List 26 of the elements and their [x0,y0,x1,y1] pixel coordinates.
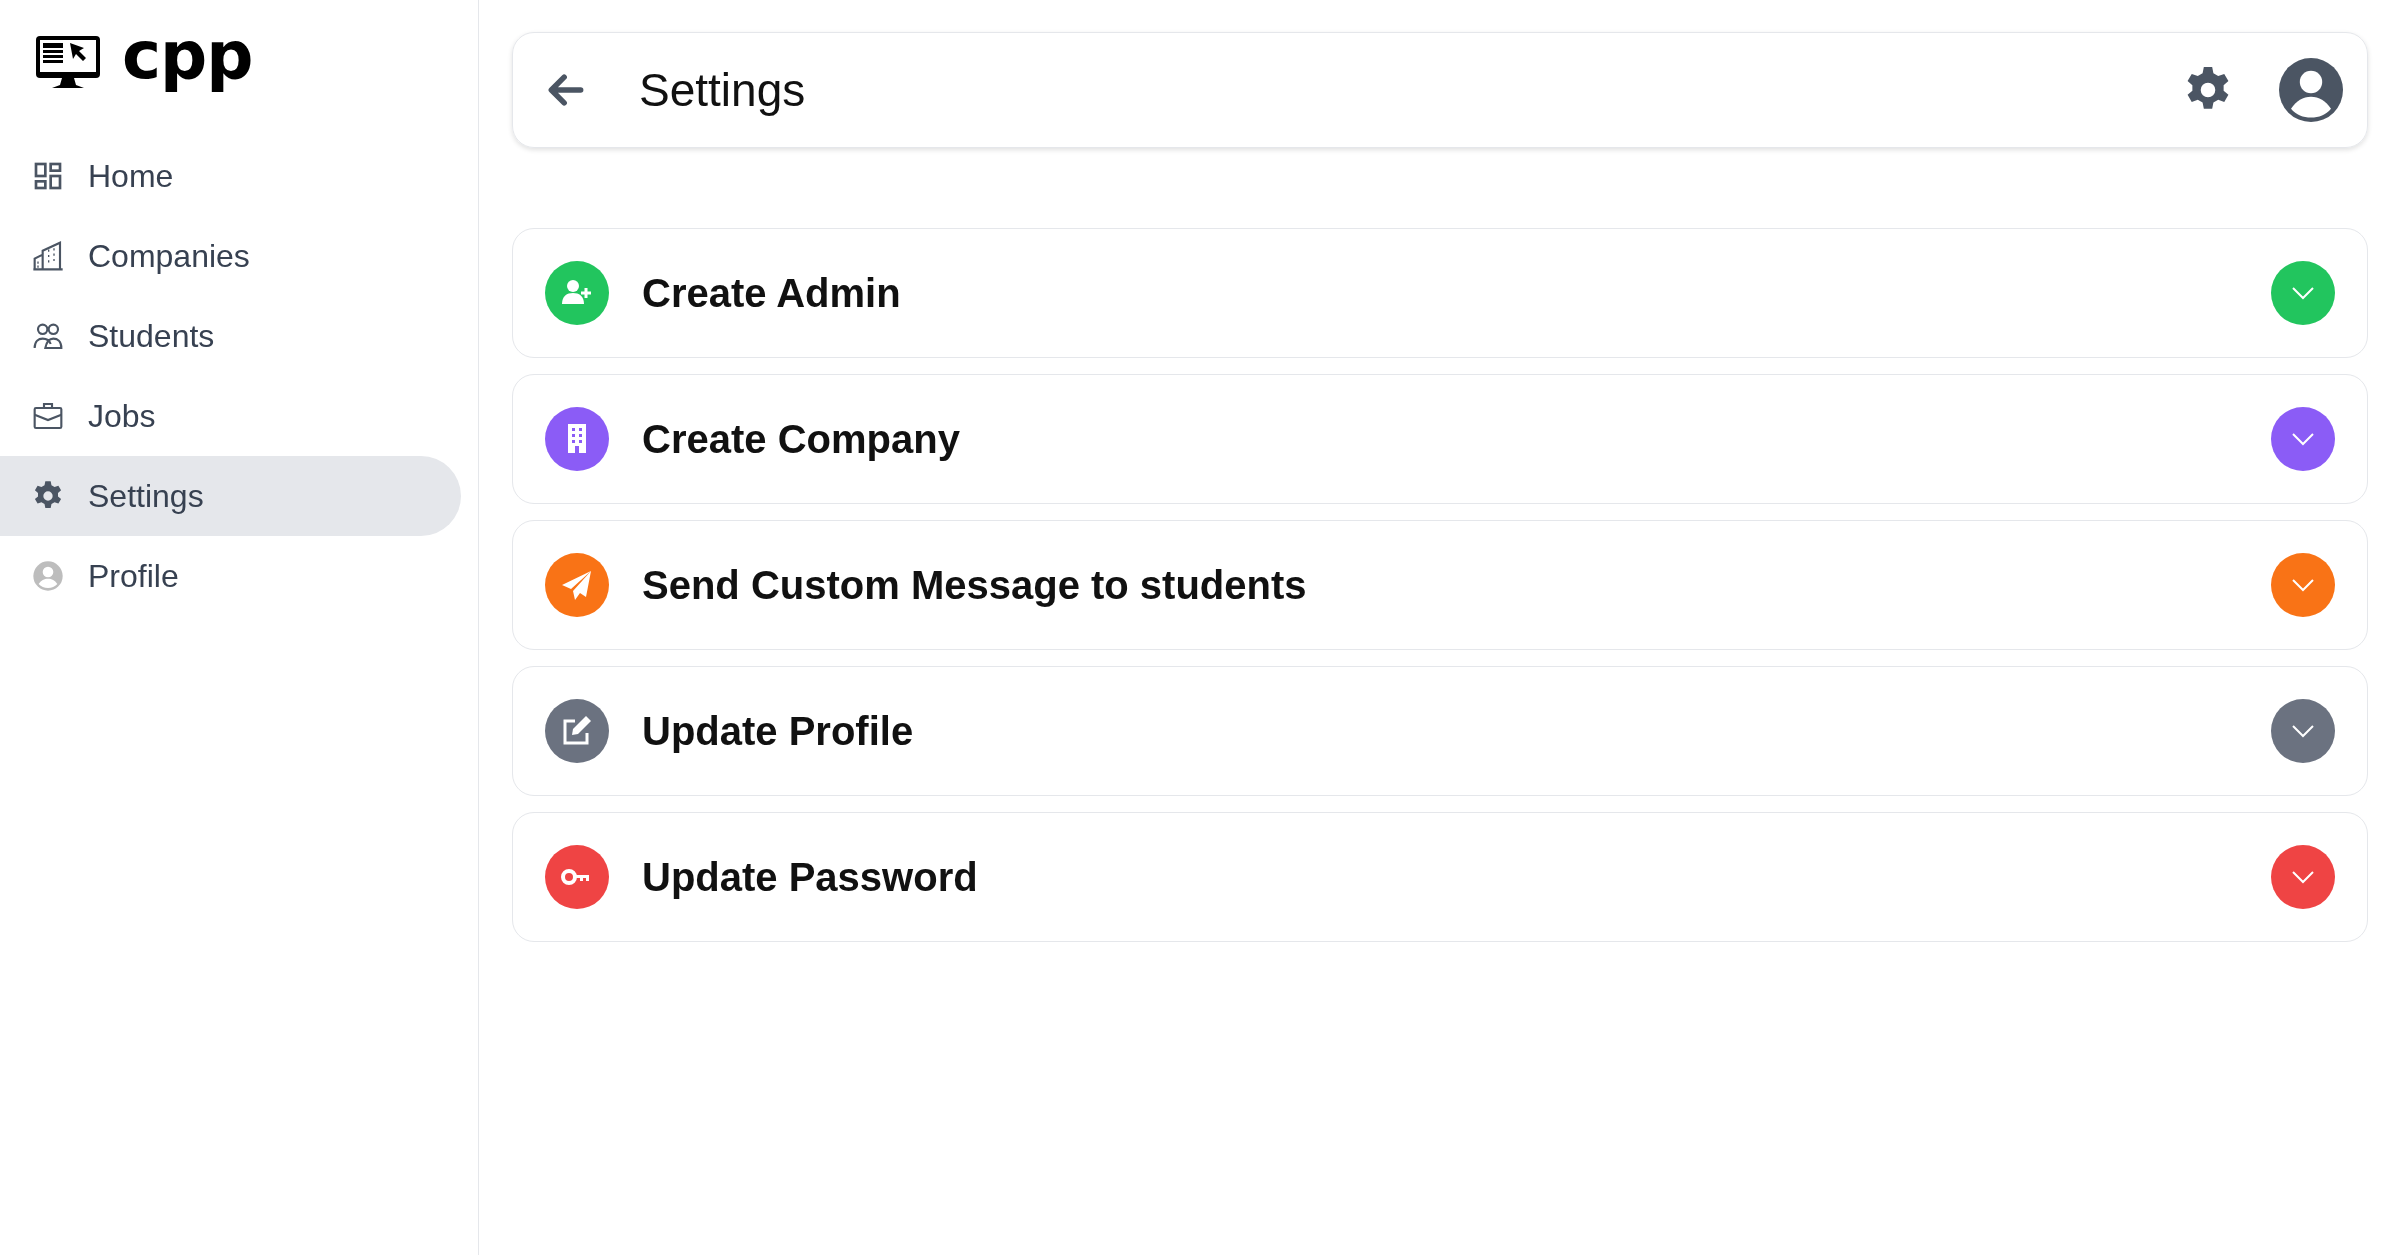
sidebar-item[interactable]: Profile [0,536,461,616]
user-avatar-icon[interactable] [2279,58,2343,122]
building-icon [32,240,64,272]
chevron-down-icon[interactable] [2271,407,2335,471]
section-title: Update Profile [642,708,915,754]
section-title: Create Admin [642,270,902,316]
sidebar-item[interactable]: Companies [0,216,461,296]
accordion-item[interactable]: Update Password [512,812,2368,942]
accordion-item[interactable]: Create Company [512,374,2368,504]
section-title: Send Custom Message to students [642,562,1308,608]
chevron-down-icon[interactable] [2271,699,2335,763]
grid-icon [32,160,64,192]
chevron-down-icon[interactable] [2271,553,2335,617]
accordion-item[interactable]: Create Admin [512,228,2368,358]
page-title: Settings [639,63,806,117]
section-title: Create Company [642,416,961,462]
accordion-item[interactable]: Send Custom Message to students [512,520,2368,650]
sidebar-item[interactable]: Students [0,296,461,376]
section-title: Update Password [642,854,979,900]
sidebar-item[interactable]: Jobs [0,376,461,456]
user-avatar-icon [32,560,64,592]
sidebar-item[interactable]: Home [0,136,461,216]
accordion-item[interactable]: Update Profile [512,666,2368,796]
briefcase-icon [32,400,64,432]
sidebar-item[interactable]: Settings [0,456,461,536]
chevron-down-icon[interactable] [2271,845,2335,909]
